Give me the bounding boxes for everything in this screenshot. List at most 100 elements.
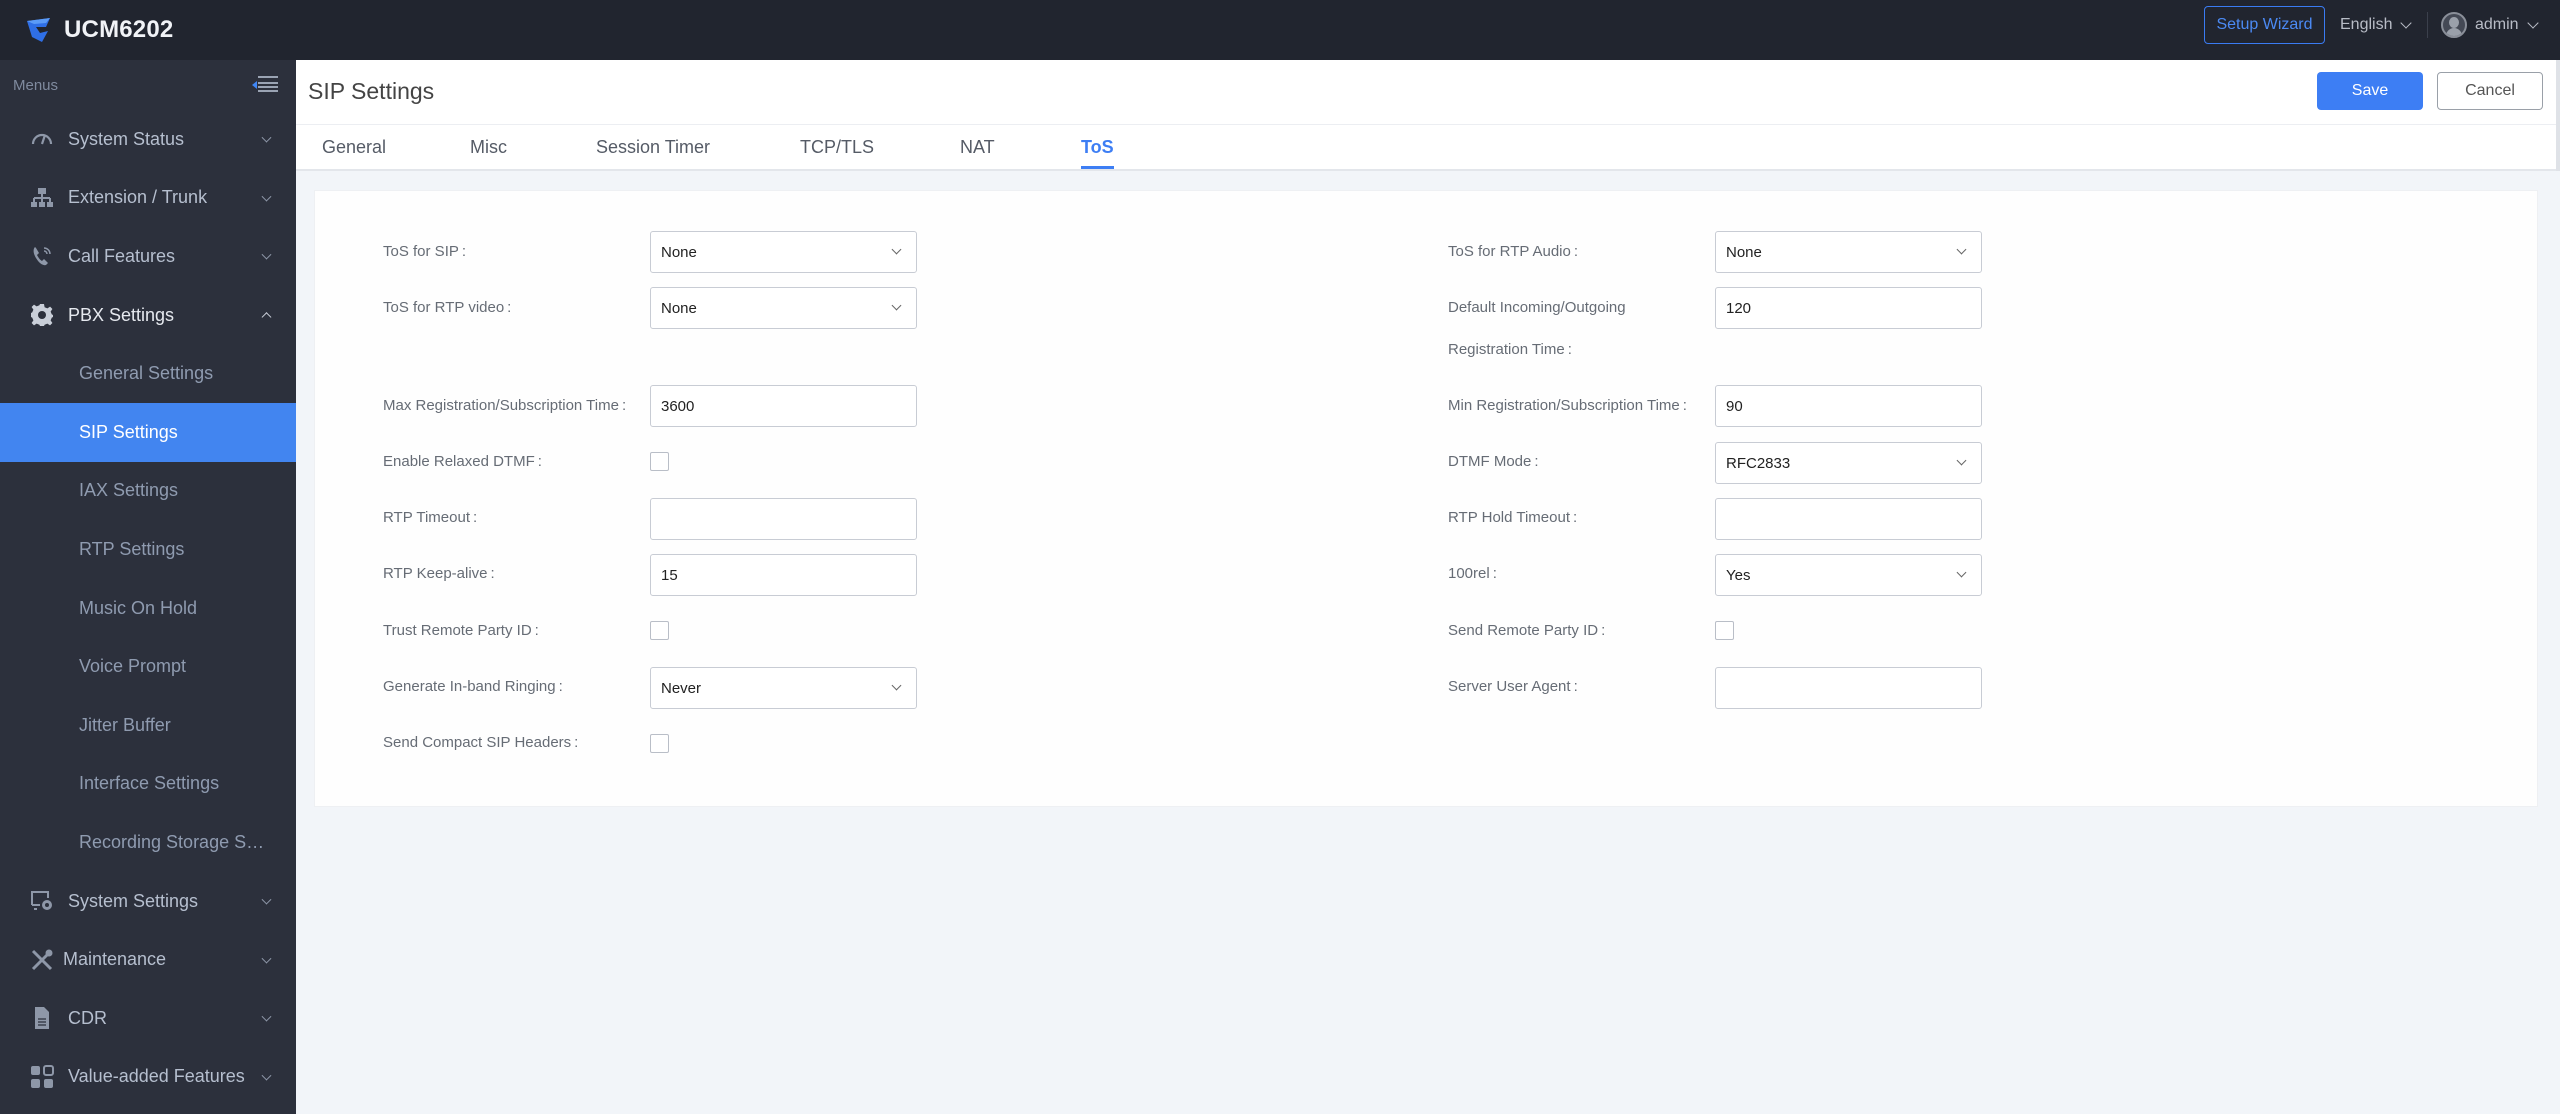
default-reg-time-label-line2: Registration Time: [1448,341,1572,358]
sidebar-item-system-status[interactable]: System Status [0,110,296,169]
dtmf-mode-select[interactable]: RFC2833 [1715,442,1982,484]
inband-ringing-select[interactable]: Never [650,667,917,709]
chevron-down-icon [261,132,272,143]
sidebar-subitem-label: Jitter Buffer [79,714,171,735]
gear-icon [28,303,56,327]
min-reg-time-input[interactable]: 90 [1715,385,1982,427]
tab-session-timer[interactable]: Session Timer [596,137,710,158]
max-reg-time-value: 3600 [661,397,695,415]
chevron-down-icon [1956,244,1967,255]
username: admin [2475,16,2519,33]
chevron-down-icon [261,250,272,261]
sidebar-item-label: Value-added Features [68,1066,245,1087]
setup-wizard-button[interactable]: Setup Wizard [2204,6,2325,44]
chevron-down-icon [1956,567,1967,578]
phone-call-icon [28,244,56,268]
sidebar-subitem-voice-prompt[interactable]: Voice Prompt [0,637,296,696]
send-rpid-checkbox[interactable] [1715,621,1734,640]
dtmf-mode-label: DTMF Mode: [1448,453,1539,470]
chevron-down-icon [1956,455,1967,466]
sidebar-subitem-label: IAX Settings [79,480,179,501]
sidebar-subitem-label: Interface Settings [79,773,220,794]
sidebar-subitem-sip-settings[interactable]: SIP Settings [0,402,296,462]
rel100-label: 100rel: [1448,565,1497,582]
sidebar-item-system-settings[interactable]: System Settings [0,872,296,931]
chevron-down-icon [261,1011,272,1022]
grandstream-logo-icon [27,18,50,42]
tos-settings-panel: ToS for SIP: None ToS for RTP video: Non… [314,190,2538,807]
server-user-agent-input[interactable] [1715,667,1982,709]
rtp-hold-timeout-input[interactable] [1715,498,1982,540]
default-reg-time-input[interactable]: 120 [1715,287,1982,329]
rel100-select[interactable]: Yes [1715,554,1982,596]
trust-rpid-checkbox[interactable] [650,621,669,640]
trust-rpid-label: Trust Remote Party ID: [383,622,539,639]
tos-sip-label: ToS for SIP: [383,243,467,260]
save-button[interactable]: Save [2317,72,2423,110]
page-title: SIP Settings [308,78,435,104]
sidebar-item-label: PBX Settings [68,304,175,325]
chevron-down-icon [2400,16,2413,29]
monitor-gear-icon [28,889,56,913]
tos-rtp-audio-select[interactable]: None [1715,231,1982,273]
default-reg-time-value: 120 [1726,299,1752,317]
tab-tos[interactable]: ToS [1081,137,1114,169]
chevron-up-icon [261,312,272,323]
sidebar-subitem-iax-settings[interactable]: IAX Settings [0,462,296,521]
tab-nat[interactable]: NAT [960,137,995,158]
inband-ringing-label: Generate In-band Ringing: [383,678,563,695]
sidebar-subitem-interface-settings[interactable]: Interface Settings [0,755,296,814]
avatar-icon [2441,12,2467,38]
server-user-agent-label: Server User Agent: [1448,678,1578,695]
sidebar-item-label: System Status [68,128,185,149]
sidebar-subitem-label: Recording Storage Se... [79,831,269,852]
sidebar-subitem-label: RTP Settings [79,538,185,559]
max-reg-time-input[interactable]: 3600 [650,385,917,427]
tos-rtp-audio-label: ToS for RTP Audio: [1448,243,1579,260]
compact-headers-checkbox[interactable] [650,734,669,753]
app-name: UCM6202 [64,16,174,43]
sidebar-item-label: Maintenance [63,949,167,970]
sidebar-subitem-music-on-hold[interactable]: Music On Hold [0,579,296,638]
language-label: English [2340,16,2393,33]
logo[interactable]: UCM6202 [24,10,173,50]
chevron-down-icon [891,244,902,255]
user-menu[interactable]: admin [2441,10,2539,40]
collapse-menu-icon[interactable] [252,76,278,94]
sidebar-subitem-label: General Settings [79,363,214,384]
sidebar-item-value-added-features[interactable]: Value-added Features [0,1048,296,1107]
sidebar-item-call-features[interactable]: Call Features [0,227,296,286]
sidebar-subitem-label: Music On Hold [79,597,198,618]
sidebar-item-cdr[interactable]: CDR [0,989,296,1048]
tab-misc[interactable]: Misc [470,137,507,158]
sidebar-item-maintenance[interactable]: Maintenance [0,930,296,989]
scrollbar[interactable] [2556,60,2560,171]
rtp-hold-timeout-label: RTP Hold Timeout: [1448,509,1578,526]
sidebar-subitem-rtp-settings[interactable]: RTP Settings [0,520,296,579]
tos-sip-select[interactable]: None [650,231,917,273]
language-selector[interactable]: English [2340,14,2413,36]
sidebar-item-label: CDR [68,1007,107,1028]
tab-general[interactable]: General [322,137,386,158]
rtp-keepalive-value: 15 [661,566,678,584]
sidebar-subitem-general-settings[interactable]: General Settings [0,344,296,403]
tos-rtp-video-select[interactable]: None [650,287,917,329]
sidebar-item-pbx-settings[interactable]: PBX Settings [0,286,296,345]
sidebar-subitem-recording-storage-settings[interactable]: Recording Storage Se... [0,813,296,872]
tab-tcp-tls[interactable]: TCP/TLS [800,137,874,158]
sidebar-subitem-label: SIP Settings [79,421,178,442]
cancel-button[interactable]: Cancel [2437,72,2543,110]
chevron-down-icon [261,191,272,202]
sidebar-item-label: Extension / Trunk [68,187,208,208]
relaxed-dtmf-label: Enable Relaxed DTMF: [383,453,542,470]
rtp-timeout-input[interactable] [650,498,917,540]
network-icon [28,186,56,210]
dtmf-mode-value: RFC2833 [1726,454,1791,472]
document-icon [28,1006,56,1030]
rtp-keepalive-input[interactable]: 15 [650,554,917,596]
relaxed-dtmf-checkbox[interactable] [650,452,669,471]
tos-rtp-video-label: ToS for RTP video: [383,299,512,316]
sidebar-subitem-jitter-buffer[interactable]: Jitter Buffer [0,696,296,755]
sidebar-item-extension-trunk[interactable]: Extension / Trunk [0,169,296,228]
send-rpid-label: Send Remote Party ID: [1448,622,1606,639]
